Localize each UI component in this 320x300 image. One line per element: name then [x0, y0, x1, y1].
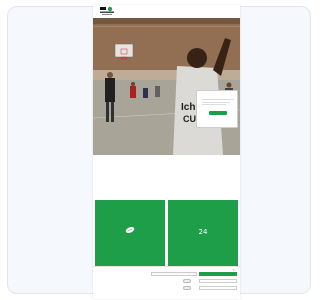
toggle[interactable] [183, 286, 191, 290]
site-header [93, 5, 240, 18]
footer [93, 293, 240, 299]
cookie-option [151, 286, 237, 291]
cookie-option [151, 279, 237, 284]
24-7-icon: 24 [198, 228, 208, 236]
popup-body [202, 99, 234, 107]
card-football[interactable] [95, 200, 165, 266]
select[interactable] [199, 279, 237, 283]
popup-button[interactable] [209, 111, 227, 115]
accept-button[interactable] [199, 272, 237, 276]
web-page: Ich CUC 24 × [93, 5, 240, 299]
gym-photo: Ich CUC [93, 18, 240, 155]
hero-image: Ich CUC [93, 18, 240, 155]
card-24-7[interactable]: 24 [168, 200, 238, 266]
select[interactable] [199, 286, 237, 290]
football-icon [95, 226, 165, 236]
toggle[interactable] [183, 279, 191, 283]
logo[interactable] [100, 6, 115, 16]
popup-dialog [196, 90, 238, 128]
cookie-banner: × [93, 266, 240, 292]
cookie-field[interactable] [151, 272, 197, 276]
